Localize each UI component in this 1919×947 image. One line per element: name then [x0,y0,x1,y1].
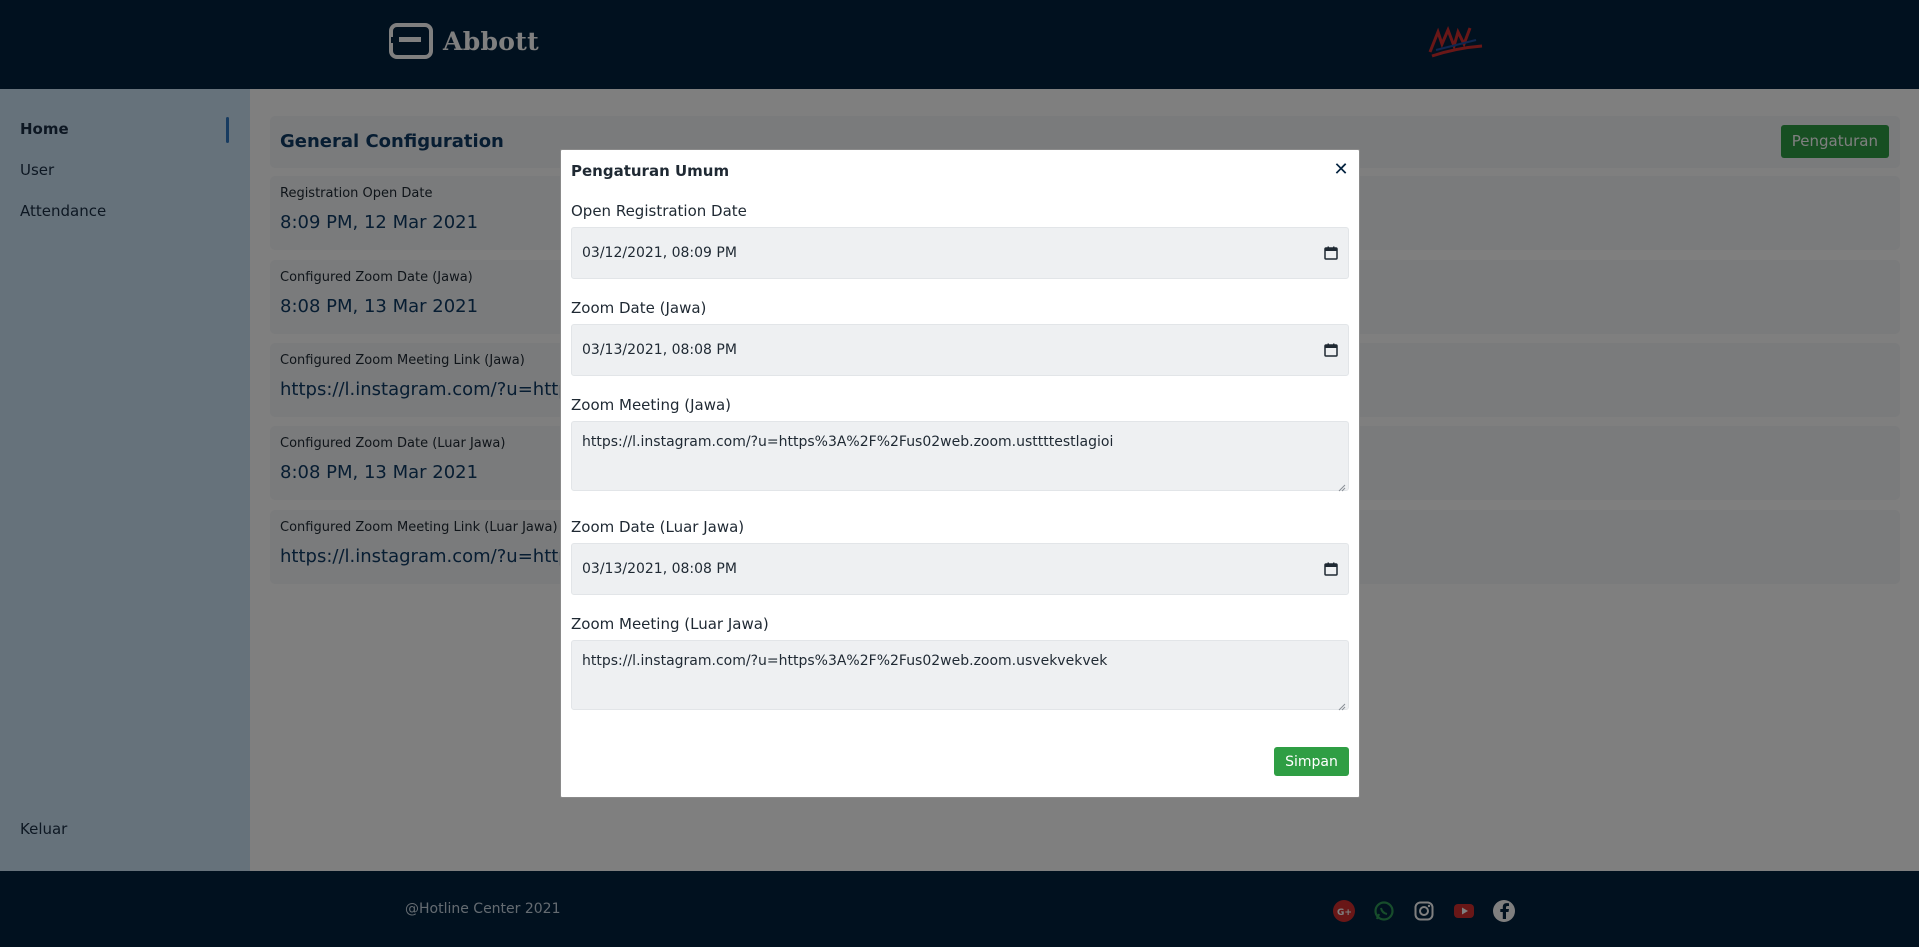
field-label: Zoom Meeting (Luar Jawa) [571,615,769,633]
zoom-date-jawa-input[interactable]: 03/13/2021, 08:08 PM [571,324,1349,376]
open-registration-date-input[interactable]: 03/12/2021, 08:09 PM [571,227,1349,279]
calendar-icon[interactable] [1324,246,1338,260]
save-button[interactable]: Simpan [1274,747,1349,776]
field-label: Open Registration Date [571,202,747,220]
date-value: 03/12/2021, 08:09 PM [582,245,737,261]
resize-grip-icon[interactable] [1338,480,1346,492]
date-value: 03/13/2021, 08:08 PM [582,342,737,358]
zoom-meeting-luar-jawa-textarea[interactable]: https://l.instagram.com/?u=https%3A%2F%2… [571,640,1349,711]
calendar-icon[interactable] [1324,562,1338,576]
date-value: 03/13/2021, 08:08 PM [582,561,737,577]
close-icon[interactable]: ✕ [1333,161,1349,179]
zoom-date-luar-jawa-input[interactable]: 03/13/2021, 08:08 PM [571,543,1349,595]
field-label: Zoom Meeting (Jawa) [571,396,732,414]
settings-modal: Pengaturan Umum ✕ Open Registration Date… [560,149,1360,798]
calendar-icon[interactable] [1324,343,1338,357]
textarea-value: https://l.instagram.com/?u=https%3A%2F%2… [582,434,1114,450]
textarea-value: https://l.instagram.com/?u=https%3A%2F%2… [582,653,1108,669]
field-label: Zoom Date (Luar Jawa) [571,518,745,536]
field-label: Zoom Date (Jawa) [571,299,707,317]
zoom-meeting-jawa-textarea[interactable]: https://l.instagram.com/?u=https%3A%2F%2… [571,421,1349,492]
resize-grip-icon[interactable] [1338,699,1346,711]
modal-title: Pengaturan Umum [571,162,730,180]
